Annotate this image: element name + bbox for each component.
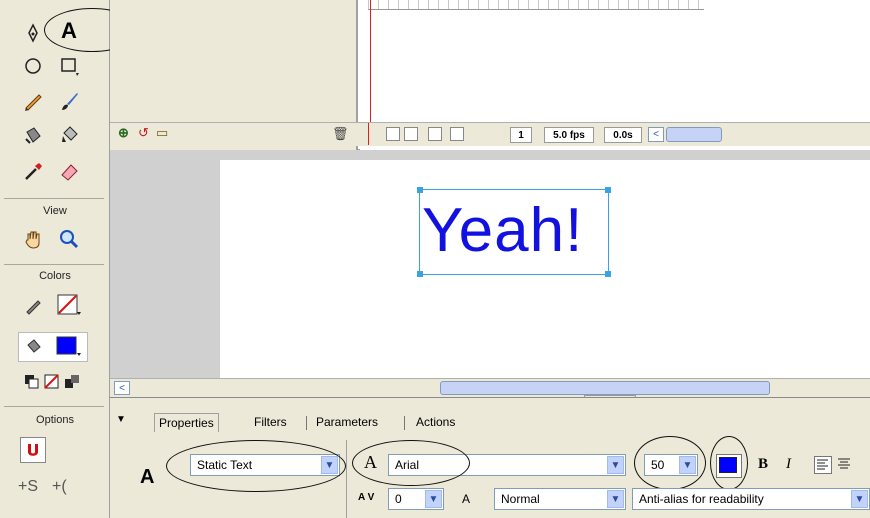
chevron-down-icon[interactable]: ▼ (425, 490, 442, 508)
baseline-dropdown[interactable]: Normal ▼ (494, 488, 626, 510)
flash-ide: A View Colors Options +S +(⊕ ↺ ▭ 🗑 1 5.… (0, 0, 870, 518)
hand-tool-icon[interactable] (20, 226, 46, 252)
timeline-scroll-left-button[interactable]: < (648, 127, 664, 142)
tab-properties[interactable]: Properties (154, 413, 219, 432)
add-motion-guide-icon[interactable]: ↺ (138, 125, 149, 141)
paint-bucket-tool-icon[interactable] (56, 122, 82, 148)
stage-horizontal-scrollbar[interactable]: < (110, 378, 870, 401)
chevron-down-icon[interactable]: ▼ (607, 490, 624, 508)
annotation-circle-font (352, 440, 470, 486)
options-section-label: Options (36, 414, 74, 426)
align-center-button[interactable] (836, 456, 854, 474)
center-frame-icon[interactable] (386, 127, 400, 141)
playhead-line (368, 123, 369, 145)
annotation-circle-text-type (166, 440, 346, 492)
eyedropper-tool-icon[interactable] (20, 158, 46, 184)
insert-layer-folder-icon[interactable]: ▭ (156, 125, 168, 141)
properties-panel: ▼ Properties Filters Parameters Actions … (110, 397, 870, 518)
oval-tool-icon[interactable] (20, 53, 46, 79)
color-options-row (24, 374, 80, 390)
frame-rate-field[interactable]: 5.0 fps (544, 127, 594, 143)
eraser-tool-icon[interactable] (56, 158, 82, 184)
frame-ruler (368, 0, 704, 10)
antialias-value: Anti-alias for readability (639, 492, 764, 506)
stage-text[interactable]: Yeah! (422, 192, 583, 270)
chevron-down-icon[interactable]: ▼ (851, 490, 868, 508)
timeline-panel: ⊕ ↺ ▭ 🗑 1 5.0 fps 0.0s < (110, 0, 870, 150)
elapsed-time-field: 0.0s (604, 127, 642, 143)
letter-spacing-field[interactable]: 0 ▼ (388, 488, 444, 510)
align-left-button[interactable] (814, 456, 832, 474)
no-color-icon[interactable] (44, 374, 60, 390)
fill-color-bucket-icon (20, 334, 46, 360)
edit-multiple-frames-icon[interactable] (450, 127, 464, 141)
straighten-icon[interactable]: +( (52, 478, 67, 496)
chevron-down-icon[interactable]: ▼ (607, 456, 624, 474)
resize-handle[interactable] (417, 271, 423, 277)
properties-tabbar: Properties Filters Parameters Actions (110, 410, 870, 432)
tab-divider (404, 416, 405, 430)
scroll-left-button[interactable]: < (114, 381, 130, 395)
rectangle-tool-icon[interactable] (56, 53, 82, 79)
divider (4, 406, 104, 407)
onion-skin-outlines-icon[interactable] (428, 127, 442, 141)
letter-spacing-icon: A V (358, 492, 375, 503)
zoom-tool-icon[interactable] (56, 226, 82, 252)
baseline-value: Normal (501, 492, 540, 506)
annotation-circle-size (634, 436, 706, 490)
smooth-icon[interactable]: +S (18, 478, 38, 496)
view-section-label: View (43, 205, 67, 217)
current-frame-field: 1 (510, 127, 532, 143)
timeline-toolbar: ⊕ ↺ ▭ 🗑 1 5.0 fps 0.0s < (110, 122, 870, 146)
antialias-dropdown[interactable]: Anti-alias for readability ▼ (632, 488, 870, 510)
ink-bottle-tool-icon[interactable] (20, 122, 46, 148)
pen-tool-icon[interactable] (20, 20, 46, 46)
tools-panel: A View Colors Options +S +( (0, 0, 140, 518)
resize-handle[interactable] (605, 187, 611, 193)
add-layer-icon[interactable]: ⊕ (118, 125, 129, 141)
resize-handle[interactable] (605, 271, 611, 277)
black-white-icon[interactable] (24, 374, 40, 390)
tab-filters[interactable]: Filters (250, 413, 291, 432)
fill-color-swatch[interactable] (56, 334, 82, 360)
stroke-color-pencil-icon (20, 292, 46, 318)
snap-magnet-icon[interactable] (20, 437, 46, 463)
divider (346, 440, 347, 518)
stroke-color-swatch[interactable] (56, 292, 82, 318)
tab-actions[interactable]: Actions (412, 413, 459, 432)
stage[interactable]: Yeah! (220, 160, 870, 378)
colors-section-label: Colors (39, 270, 71, 282)
divider (4, 198, 104, 199)
bold-button[interactable]: B (758, 456, 768, 473)
annotation-circle-color (710, 436, 748, 490)
divider (4, 264, 104, 265)
baseline-icon: A (462, 492, 471, 506)
tab-parameters[interactable]: Parameters (312, 413, 382, 432)
playhead[interactable] (370, 0, 371, 122)
text-box-selection[interactable]: Yeah! (417, 187, 611, 277)
swap-colors-icon[interactable] (64, 374, 80, 390)
scroll-thumb[interactable] (440, 381, 770, 395)
stage-area: Yeah! (110, 150, 870, 378)
pencil-tool-icon[interactable] (20, 88, 46, 114)
brush-tool-icon[interactable] (56, 88, 82, 114)
letter-spacing-value: 0 (395, 492, 402, 506)
timeline-scroll-thumb[interactable] (666, 127, 722, 142)
delete-layer-icon[interactable]: 🗑 (332, 126, 349, 142)
tab-divider (306, 416, 307, 430)
italic-button[interactable]: I (786, 456, 791, 473)
onion-skin-icon[interactable] (404, 127, 418, 141)
text-tool-indicator-icon: A (140, 466, 155, 488)
